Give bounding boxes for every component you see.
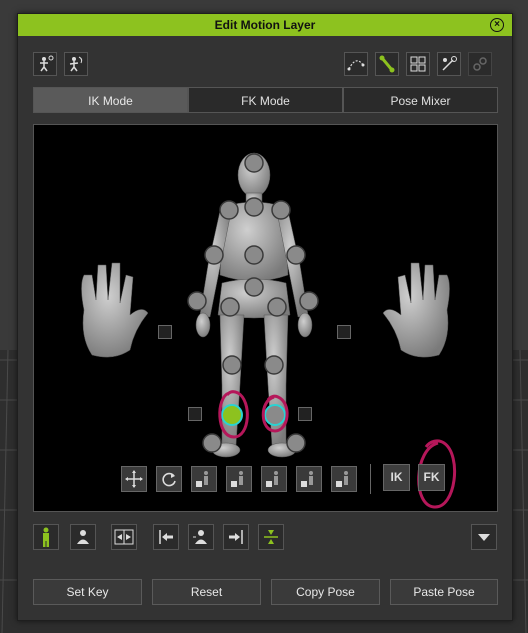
tab-label: FK Mode xyxy=(241,94,290,108)
lock-body-icon[interactable] xyxy=(191,466,217,492)
dropdown-icon[interactable] xyxy=(471,524,497,550)
right-knee-joint[interactable] xyxy=(264,404,286,426)
right-hand xyxy=(382,262,450,358)
align-right-icon[interactable] xyxy=(223,524,249,550)
set-key-button[interactable]: Set Key xyxy=(33,579,142,605)
lock-body-icon[interactable] xyxy=(296,466,322,492)
paste-pose-label: Paste Pose xyxy=(413,585,475,599)
reset-label: Reset xyxy=(190,585,223,599)
close-icon[interactable]: × xyxy=(490,18,504,32)
curve-path-icon[interactable] xyxy=(344,52,368,76)
avatar-icon[interactable] xyxy=(188,524,214,550)
lock-body-icon[interactable] xyxy=(261,466,287,492)
divider xyxy=(370,464,371,494)
tab-pose-mixer[interactable]: Pose Mixer xyxy=(343,87,498,113)
ik-viewport xyxy=(33,124,498,512)
title-bar: Edit Motion Layer × xyxy=(18,14,512,36)
reset-button[interactable]: Reset xyxy=(152,579,261,605)
edit-motion-layer-window: Edit Motion Layer × IK Mode FK Mode Pose… xyxy=(17,13,513,621)
chain-disabled-icon[interactable] xyxy=(468,52,492,76)
set-key-label: Set Key xyxy=(66,585,109,599)
tab-ik-mode[interactable]: IK Mode xyxy=(33,87,188,113)
move-icon[interactable] xyxy=(121,466,147,492)
ik-button[interactable]: IK xyxy=(383,464,410,491)
fk-label: FK xyxy=(423,470,440,484)
tab-label: Pose Mixer xyxy=(390,94,451,108)
window-title: Edit Motion Layer xyxy=(214,18,316,32)
rotate-icon[interactable] xyxy=(156,466,182,492)
upper-body-icon[interactable] xyxy=(70,524,96,550)
grid-select-icon[interactable] xyxy=(406,52,430,76)
lock-body-icon[interactable] xyxy=(331,466,357,492)
lock-icon[interactable] xyxy=(298,407,312,421)
full-body-icon[interactable] xyxy=(33,524,59,550)
copy-pose-label: Copy Pose xyxy=(296,585,355,599)
align-left-icon[interactable] xyxy=(153,524,179,550)
lock-icon[interactable] xyxy=(188,407,202,421)
mirror-icon[interactable] xyxy=(111,524,137,550)
ik-label: IK xyxy=(390,470,403,484)
center-icon[interactable] xyxy=(258,524,284,550)
tab-label: IK Mode xyxy=(88,94,133,108)
lock-body-icon[interactable] xyxy=(226,466,252,492)
paste-pose-button[interactable]: Paste Pose xyxy=(390,579,498,605)
tab-fk-mode[interactable]: FK Mode xyxy=(188,87,343,113)
fk-button[interactable]: FK xyxy=(418,464,445,491)
pose-select-icon[interactable] xyxy=(64,52,88,76)
bone-link-icon[interactable] xyxy=(375,52,399,76)
pick-target-icon[interactable] xyxy=(437,52,461,76)
lock-icon[interactable] xyxy=(158,325,172,339)
body-diagram xyxy=(81,152,457,509)
mode-tabs: IK Mode FK Mode Pose Mixer xyxy=(33,87,498,113)
reach-target-icon[interactable] xyxy=(33,52,57,76)
left-knee-joint[interactable] xyxy=(221,404,243,426)
lock-icon[interactable] xyxy=(337,325,351,339)
left-hand xyxy=(81,262,149,358)
copy-pose-button[interactable]: Copy Pose xyxy=(271,579,380,605)
